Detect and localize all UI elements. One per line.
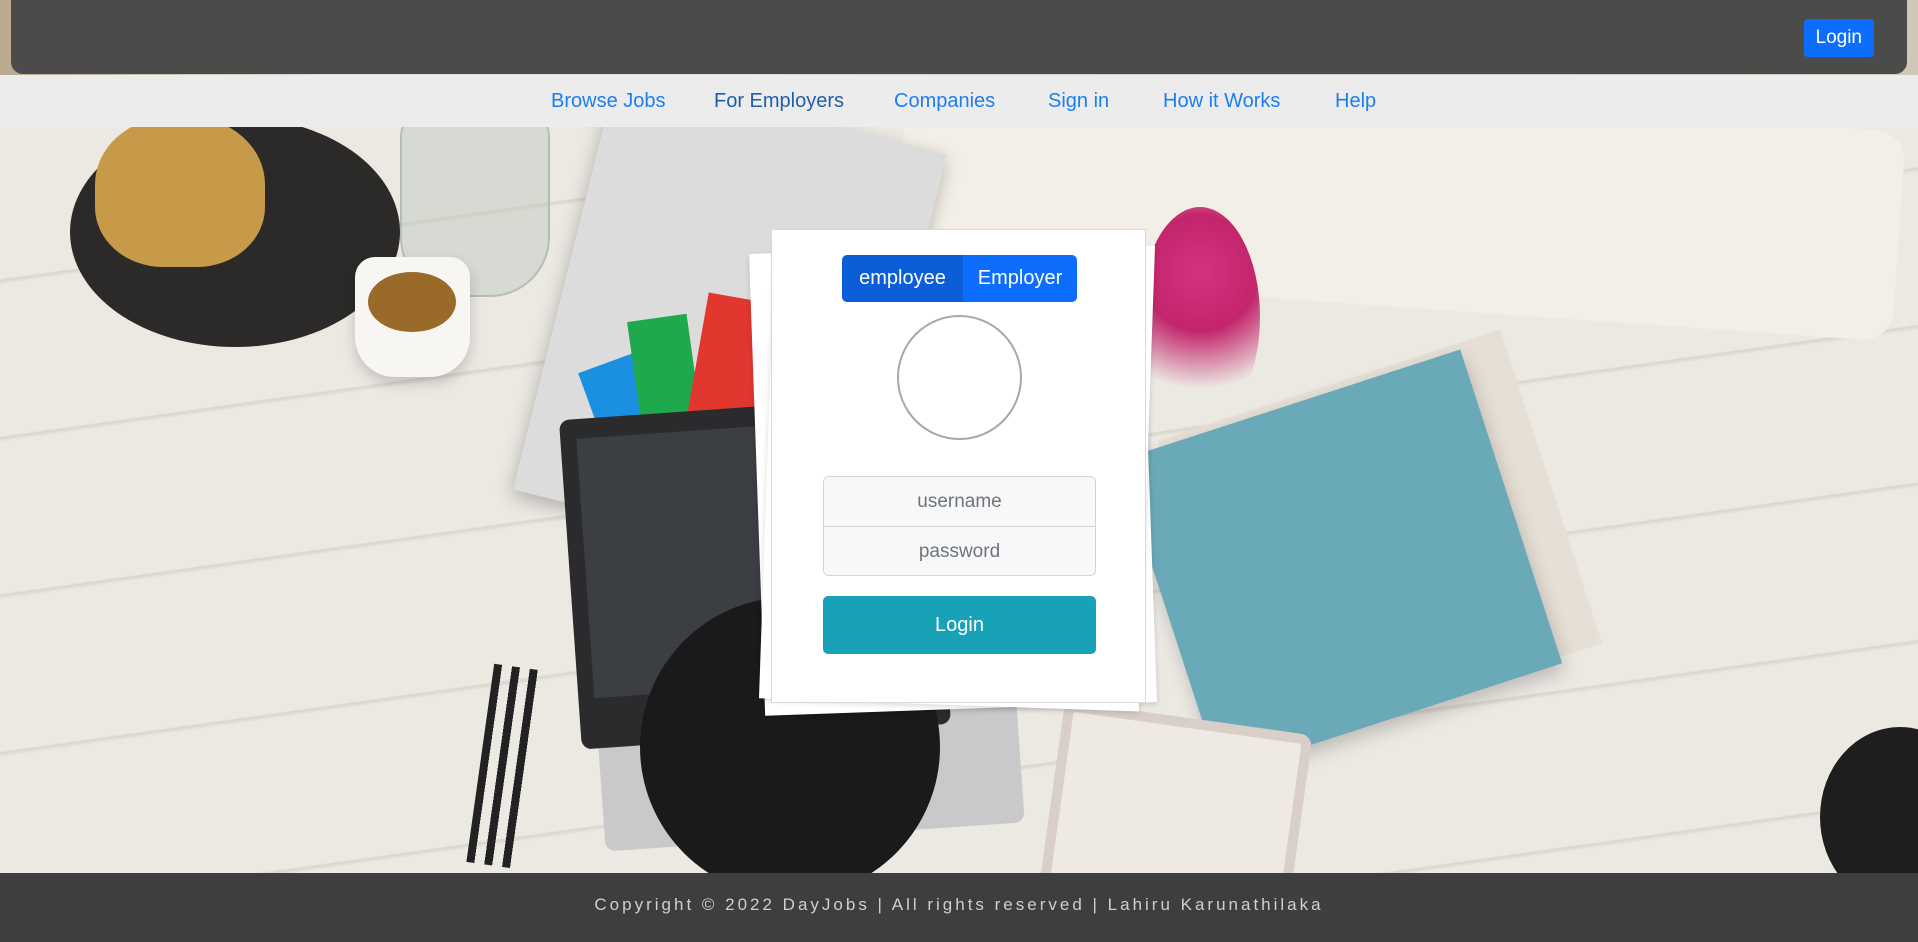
photo-pens <box>466 663 554 871</box>
main-nav: Browse Jobs For Employers Companies Sign… <box>0 75 1918 127</box>
avatar <box>897 315 1022 440</box>
nav-companies[interactable]: Companies <box>894 75 995 127</box>
login-card: employee Employer Login <box>771 229 1146 703</box>
username-input[interactable] <box>824 477 1095 526</box>
photo-tea <box>368 272 456 332</box>
role-employee-button[interactable]: employee <box>842 255 963 302</box>
nav-how-it-works[interactable]: How it Works <box>1163 75 1280 127</box>
nav-for-employers[interactable]: For Employers <box>714 75 844 127</box>
top-header: Login <box>11 0 1907 74</box>
photo-skull-planter <box>95 127 265 267</box>
nav-sign-in[interactable]: Sign in <box>1048 75 1109 127</box>
header-login-button[interactable]: Login <box>1803 19 1874 57</box>
password-input[interactable] <box>824 527 1095 575</box>
footer-copyright: Copyright © 2022 DayJobs | All rights re… <box>594 895 1324 914</box>
credentials-group <box>823 476 1096 576</box>
role-toggle: employee Employer <box>842 255 1077 302</box>
login-button[interactable]: Login <box>823 596 1096 654</box>
photo-dark-object <box>1820 727 1918 873</box>
photo-flowers <box>1140 207 1260 427</box>
footer: Copyright © 2022 DayJobs | All rights re… <box>0 873 1918 942</box>
role-employer-button[interactable]: Employer <box>963 255 1077 302</box>
nav-browse-jobs[interactable]: Browse Jobs <box>551 75 666 127</box>
nav-help[interactable]: Help <box>1335 75 1376 127</box>
